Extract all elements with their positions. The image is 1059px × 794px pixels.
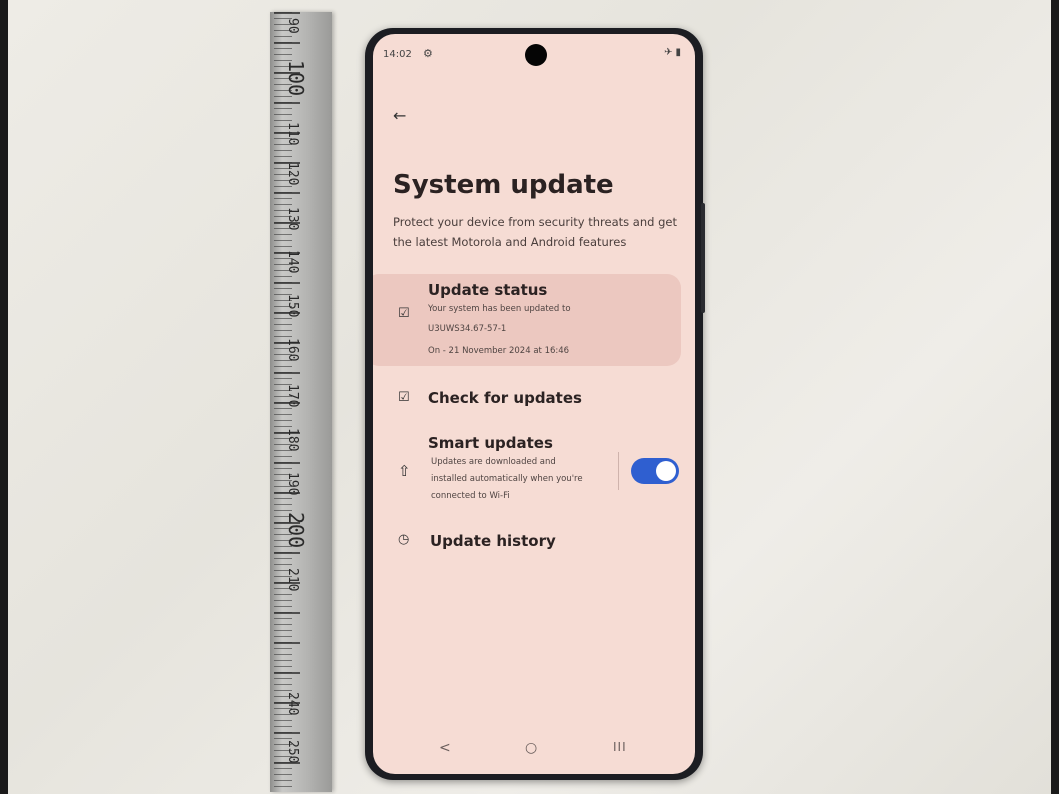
smart-updates-description: Updates are downloaded and installed aut…: [431, 457, 583, 501]
ruler-label: 100: [284, 60, 308, 97]
ruler-label: 120: [285, 162, 300, 186]
front-camera: [525, 44, 547, 66]
toggle-divider: [618, 452, 619, 490]
toggle-knob: [656, 461, 676, 481]
back-arrow-icon[interactable]: ←: [393, 106, 406, 125]
ruler-label: 250: [285, 740, 300, 764]
page-subtitle: Protect your device from security threat…: [393, 215, 677, 249]
ruler-label: 90: [285, 18, 300, 34]
ruler-label: 240: [285, 692, 300, 716]
phone-side-button: [701, 203, 705, 313]
nav-recents-icon[interactable]: III: [613, 740, 627, 754]
airplane-battery-icon: ✈ ▮: [663, 47, 681, 58]
ruler-label: 190: [285, 472, 300, 496]
status-time: 14:02: [383, 49, 412, 60]
update-status-title: Update status: [428, 281, 548, 299]
ruler-label: 200: [284, 512, 308, 549]
page-title: System update: [393, 170, 614, 200]
update-history-item[interactable]: Update history: [430, 532, 556, 550]
gear-icon: ⚙: [423, 47, 433, 60]
phone-body: 14:02 ⚙ ✈ ▮ ← System update Protect your…: [365, 28, 705, 780]
arrow-up-icon: ⇧: [398, 462, 411, 480]
nav-back-icon[interactable]: <: [439, 740, 451, 756]
checklist-icon: ☑: [398, 306, 410, 321]
ruler-label: 180: [285, 428, 300, 452]
nav-home-icon[interactable]: ○: [525, 740, 537, 756]
update-status-line: Your system has been updated to: [428, 304, 571, 314]
ruler-label: 130: [285, 207, 300, 231]
smart-updates-toggle[interactable]: [631, 458, 679, 484]
checklist-icon: ☑: [398, 390, 410, 405]
check-for-updates-item[interactable]: Check for updates: [428, 389, 582, 407]
update-status-date: On - 21 November 2024 at 16:46: [428, 346, 570, 356]
steel-ruler: 90 100 110 120 130 140 150 160 170 180 1…: [270, 12, 332, 792]
phone-screen: 14:02 ⚙ ✈ ▮ ← System update Protect your…: [373, 34, 695, 774]
smart-updates-title[interactable]: Smart updates: [428, 434, 553, 452]
clock-icon: ◷: [398, 532, 410, 547]
navigation-bar: < ○ III: [373, 734, 695, 766]
ruler-label: 140: [285, 250, 300, 274]
ruler-label: 160: [285, 338, 300, 362]
update-status-version: U3UWS34.67-57-1: [428, 324, 507, 334]
ruler-label: 170: [285, 384, 300, 408]
ruler-label: 210: [285, 568, 300, 592]
ruler-label: 110: [285, 122, 300, 146]
ruler-label: 150: [285, 294, 300, 318]
